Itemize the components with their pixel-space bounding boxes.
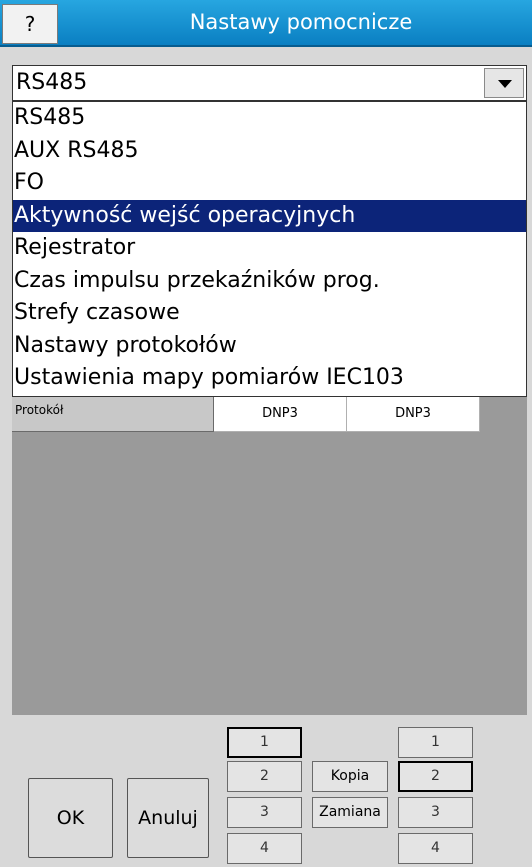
left-bank-button-1[interactable]: 1 xyxy=(227,727,302,758)
help-button[interactable]: ? xyxy=(2,4,58,44)
copy-button[interactable]: Kopia xyxy=(312,761,388,792)
dropdown-item-rs485[interactable]: RS485 xyxy=(13,102,526,135)
dropdown-item-operational-inputs[interactable]: Aktywność wejść operacyjnych xyxy=(13,199,526,232)
right-bank-button-1[interactable]: 1 xyxy=(398,727,473,758)
table-row: Protokół DNP3 DNP3 xyxy=(12,397,480,432)
ok-button[interactable]: OK xyxy=(28,778,113,858)
swap-button[interactable]: Zamiana xyxy=(312,797,388,828)
value-cell-bank-1[interactable]: DNP3 xyxy=(214,397,347,432)
dropdown-item-time-zones[interactable]: Strefy czasowe xyxy=(13,297,526,330)
chevron-down-icon xyxy=(498,80,512,88)
dropdown-item-fo[interactable]: FO xyxy=(13,167,526,200)
left-bank-button-4[interactable]: 4 xyxy=(227,833,302,864)
dropdown-item-recorder[interactable]: Rejestrator xyxy=(13,232,526,265)
dropdown-item-protocol-settings[interactable]: Nastawy protokołów xyxy=(13,330,526,363)
settings-category-combobox[interactable]: RS485 xyxy=(12,65,527,101)
dropdown-item-iec103-map[interactable]: Ustawienia mapy pomiarów IEC103 xyxy=(13,362,526,395)
value-cell-bank-2[interactable]: DNP3 xyxy=(347,397,480,432)
dropdown-item-aux-rs485[interactable]: AUX RS485 xyxy=(13,135,526,168)
dropdown-list: RS485 AUX RS485 FO Aktywność wejść opera… xyxy=(12,101,527,397)
window-title: Nastawy pomocnicze xyxy=(189,10,413,34)
settings-grid-area: Protokół DNP3 DNP3 xyxy=(12,397,527,715)
cancel-button[interactable]: Anuluj xyxy=(127,778,209,858)
left-bank-button-2[interactable]: 2 xyxy=(227,761,302,792)
row-label-protocol: Protokół xyxy=(12,397,214,432)
right-bank-button-4[interactable]: 4 xyxy=(398,833,473,864)
dropdown-item-relay-pulse-time[interactable]: Czas impulsu przekaźników prog. xyxy=(13,265,526,298)
right-bank-button-3[interactable]: 3 xyxy=(398,797,473,828)
right-bank-button-2[interactable]: 2 xyxy=(398,761,473,792)
title-bar: ? Nastawy pomocnicze xyxy=(0,0,532,47)
dropdown-toggle-button[interactable] xyxy=(484,68,524,98)
left-bank-button-3[interactable]: 3 xyxy=(227,797,302,828)
combobox-value: RS485 xyxy=(16,70,88,95)
